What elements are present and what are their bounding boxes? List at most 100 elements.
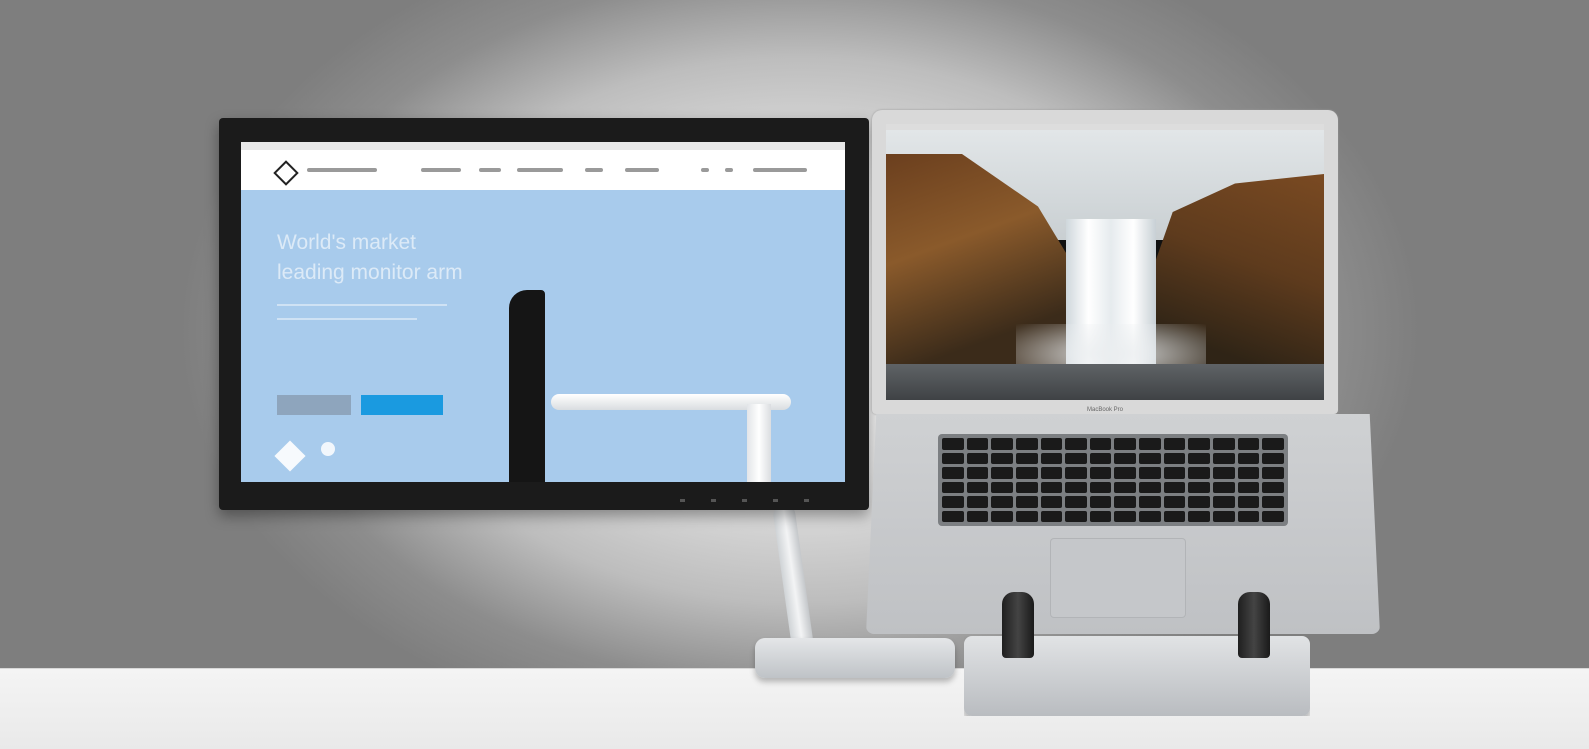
key	[1114, 438, 1137, 450]
key	[991, 510, 1013, 522]
badge-circle-icon	[321, 442, 335, 456]
browser-toolbar	[241, 142, 845, 150]
key	[991, 481, 1013, 493]
key	[942, 452, 964, 464]
website-logo-icon	[273, 160, 299, 186]
key	[1065, 510, 1087, 522]
key	[1139, 467, 1161, 479]
key	[1040, 438, 1063, 450]
key	[991, 496, 1013, 508]
key	[1188, 452, 1211, 464]
key	[1188, 467, 1211, 479]
monitor-button	[680, 499, 685, 502]
hero-subtitle-line-2	[277, 318, 417, 320]
hero-title-line-2: leading monitor arm	[277, 261, 463, 284]
monitor-button	[711, 499, 716, 502]
key	[1015, 467, 1038, 479]
key	[1262, 481, 1284, 493]
nav-brand-text	[307, 168, 377, 172]
key	[1139, 452, 1161, 464]
key	[1262, 452, 1284, 464]
key	[1213, 481, 1235, 493]
key	[1089, 510, 1112, 522]
key	[1237, 496, 1260, 508]
badge-diamond-icon	[274, 440, 306, 472]
key	[1139, 496, 1161, 508]
website-hero: World's market leading monitor arm	[241, 190, 845, 482]
hero-button-secondary	[277, 395, 351, 415]
product-monitor-image	[509, 290, 545, 482]
key	[966, 438, 989, 450]
nav-link-3	[517, 168, 563, 172]
key	[1213, 467, 1235, 479]
nav-link-2	[479, 168, 501, 172]
key	[1262, 496, 1284, 508]
key	[1015, 452, 1038, 464]
website-navbar	[241, 150, 845, 190]
laptop-bezel-label: MacBook Pro	[1086, 407, 1123, 413]
laptop-stand-post-left	[1002, 592, 1034, 658]
laptop-keyboard-deck	[866, 414, 1380, 634]
key	[1015, 496, 1038, 508]
key	[1114, 467, 1137, 479]
monitor-button	[742, 499, 747, 502]
nav-link-1	[421, 168, 461, 172]
key	[942, 510, 964, 522]
key	[942, 481, 964, 493]
key	[1163, 481, 1186, 493]
key	[991, 438, 1013, 450]
laptop-stand-post-right	[1238, 592, 1270, 658]
hero-subtitle-line-1	[277, 304, 447, 306]
nav-link-5	[625, 168, 659, 172]
key	[1089, 438, 1112, 450]
nav-link-4	[585, 168, 603, 172]
hero-title-line-1: World's market	[277, 231, 416, 254]
wallpaper-ground	[886, 364, 1324, 400]
key	[1163, 467, 1186, 479]
key	[1040, 496, 1063, 508]
key	[1114, 496, 1137, 508]
key	[1139, 510, 1161, 522]
key	[1188, 481, 1211, 493]
key	[1163, 510, 1186, 522]
desk-surface	[0, 668, 1589, 749]
key	[1065, 467, 1087, 479]
key	[966, 496, 989, 508]
key	[1139, 481, 1161, 493]
key	[1213, 496, 1235, 508]
key	[942, 496, 964, 508]
key	[1188, 510, 1211, 522]
key	[1065, 438, 1087, 450]
key	[1213, 438, 1235, 450]
key	[991, 452, 1013, 464]
key	[1188, 496, 1211, 508]
key	[1114, 452, 1137, 464]
key	[1040, 510, 1063, 522]
key	[1040, 467, 1063, 479]
key	[1237, 510, 1260, 522]
key	[1213, 510, 1235, 522]
monitor-buttons	[680, 499, 809, 502]
hero-button-primary	[361, 395, 443, 415]
key	[1114, 481, 1137, 493]
key	[1188, 438, 1211, 450]
hero-title: World's market leading monitor arm	[277, 228, 507, 288]
key	[1040, 481, 1063, 493]
monitor-screen: World's market leading monitor arm	[241, 142, 845, 482]
monitor-button	[773, 499, 778, 502]
key	[966, 452, 989, 464]
laptop-keyboard	[938, 434, 1288, 526]
key	[1262, 438, 1284, 450]
key	[1015, 510, 1038, 522]
laptop-trackpad	[1050, 538, 1186, 618]
search-icon	[701, 168, 709, 172]
key	[966, 510, 989, 522]
key	[1237, 467, 1260, 479]
key	[991, 467, 1013, 479]
key	[966, 481, 989, 493]
monitor-arm-base	[755, 638, 955, 678]
key	[1237, 452, 1260, 464]
laptop-lid: MacBook Pro	[872, 110, 1338, 414]
key	[1089, 481, 1112, 493]
laptop-screen	[886, 124, 1324, 400]
